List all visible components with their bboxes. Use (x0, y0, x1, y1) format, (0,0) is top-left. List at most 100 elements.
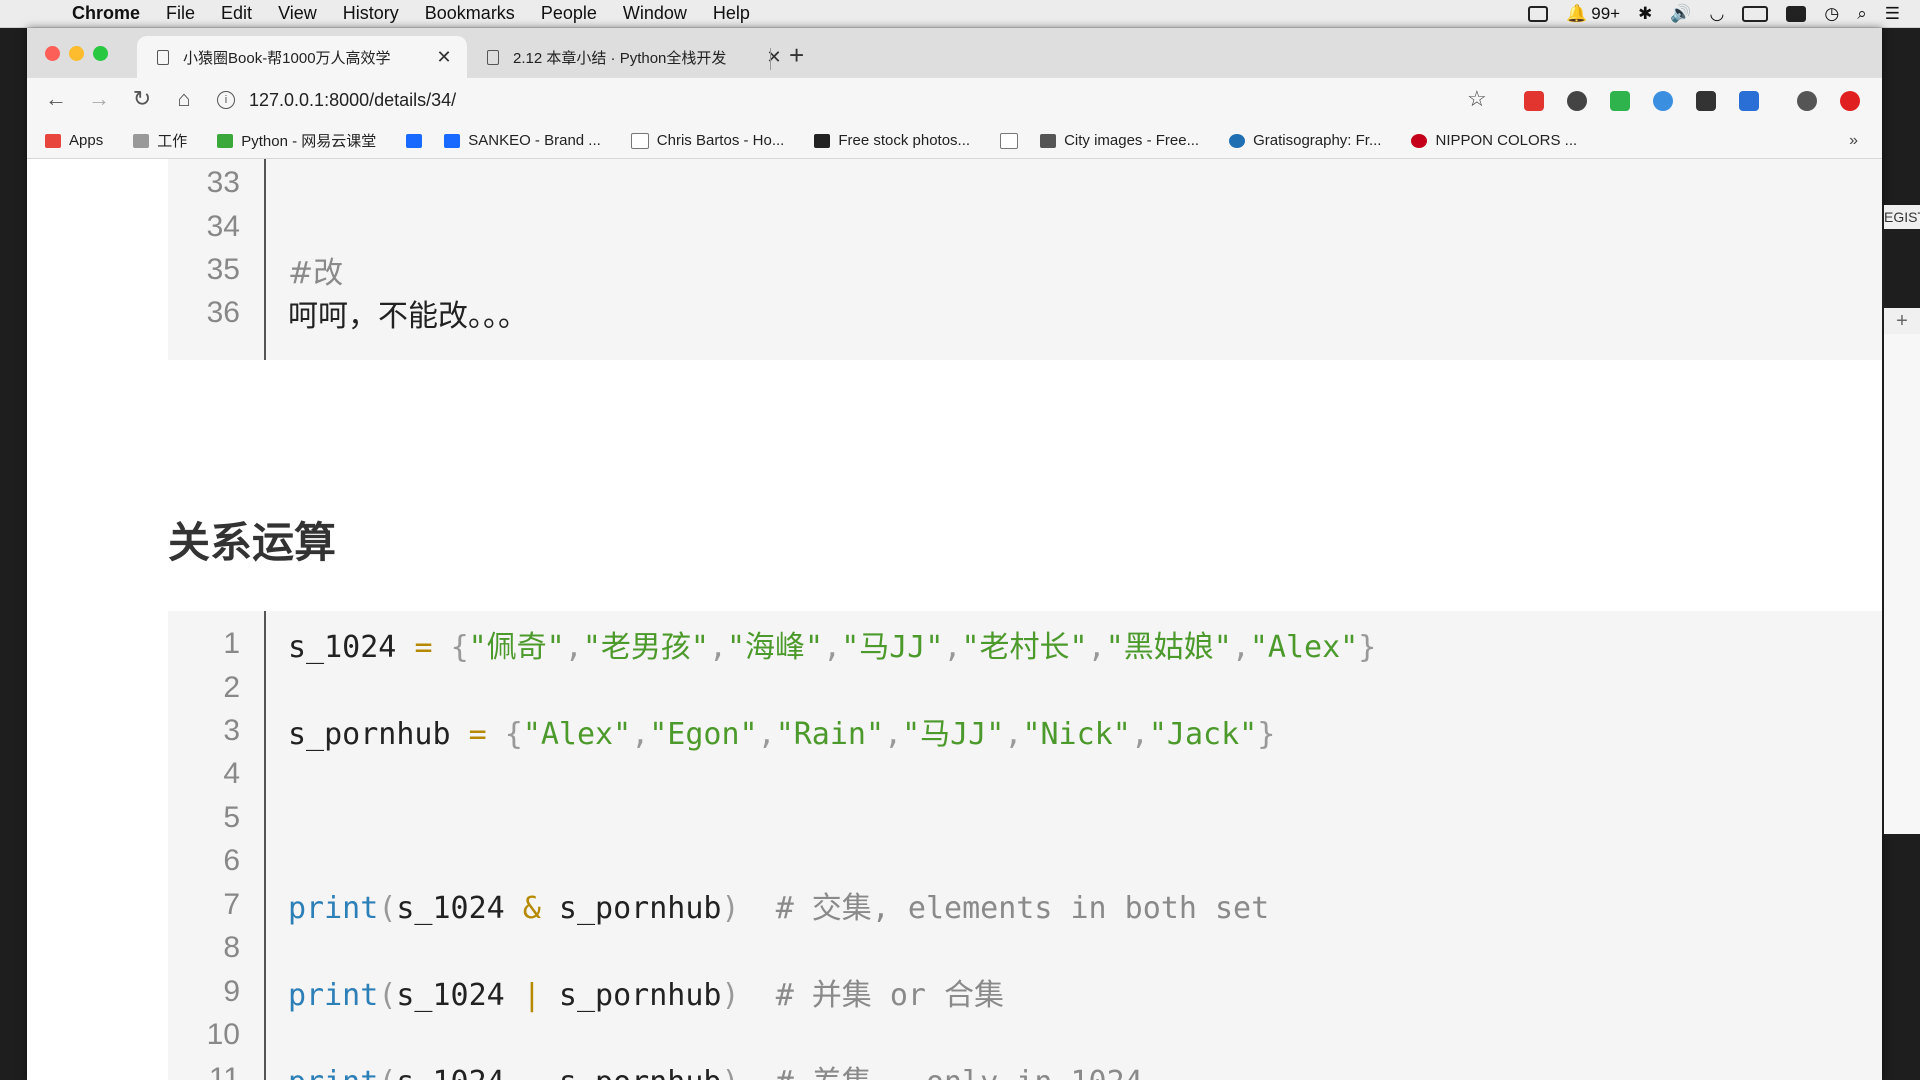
code-text: print(s_1024 | s_pornhub) # 并集 or 合集 (288, 978, 1005, 1013)
notification-count: 99+ (1591, 3, 1621, 23)
line-number: 34 (206, 210, 240, 243)
notification-bell-icon[interactable]: 🔔 (1566, 4, 1587, 24)
code-string: "马JJ" (902, 717, 1005, 752)
extension-red-icon[interactable] (1840, 91, 1860, 111)
bookmark-chris-bartos[interactable]: Chris Bartos - Ho... (630, 132, 784, 149)
background-window-label: EGIST (1884, 205, 1920, 229)
camera-icon (814, 133, 831, 148)
address-bar[interactable]: i 127.0.0.1:8000/details/34/ (217, 83, 1527, 117)
page-icon (157, 49, 169, 65)
code-line-4: 4 (168, 752, 1882, 796)
screen-record-icon[interactable] (1528, 5, 1549, 22)
bookmark-blank[interactable] (1000, 132, 1026, 149)
zoom-window-button[interactable] (93, 46, 108, 61)
code-string: "Nick" (1022, 717, 1131, 752)
code-line-10: 10 (168, 1013, 1882, 1057)
notification-center-icon[interactable]: ☰ (1885, 4, 1900, 24)
bookmarks-overflow-icon[interactable]: » (1849, 132, 1858, 150)
spotlight-search-icon[interactable]: ⌕ (1857, 4, 1867, 24)
code-variable: s_1024 (288, 630, 397, 665)
menu-window[interactable]: Window (623, 3, 687, 24)
code-line: 36 呵呵，不能改。。。 (168, 291, 1882, 335)
code-line-2: 2 (168, 666, 1882, 710)
line-number: 6 (223, 844, 240, 877)
mail-icon (406, 133, 423, 148)
code-line-3: 3 s_pornhub = {"Alex","Egon","Rain","马JJ… (168, 709, 1882, 753)
volume-icon[interactable]: 🔊 (1670, 4, 1691, 24)
background-window-edge: EGIST + (1882, 205, 1920, 835)
extension-dots-icon[interactable] (1696, 91, 1716, 111)
extension-wave-icon[interactable] (1653, 91, 1673, 111)
code-line-11: 11 print(s_1024 - s_pornhub) # 差集 , only… (168, 1057, 1882, 1080)
close-window-button[interactable] (45, 46, 60, 61)
clock-icon[interactable]: ◷ (1824, 4, 1839, 24)
battery-icon[interactable] (1742, 5, 1769, 22)
site-info-icon[interactable]: i (217, 91, 235, 109)
code-string: "Jack" (1148, 717, 1258, 752)
code-line-5: 5 (168, 796, 1882, 840)
bookmark-gratisography[interactable]: Gratisography: Fr... (1229, 132, 1381, 149)
code-string: "Alex" (1249, 630, 1359, 665)
profile-avatar-icon[interactable] (1797, 91, 1817, 111)
tab-inactive[interactable]: 2.12 本章小结 · Python全栈开发 ✕ (467, 36, 797, 78)
back-arrow-icon[interactable]: ← (41, 86, 71, 112)
translate-icon[interactable] (1739, 91, 1759, 111)
bluetooth-icon[interactable]: ✱ (1638, 4, 1652, 24)
menu-view[interactable]: View (278, 3, 317, 24)
bookmark-nippon-colors[interactable]: NIPPON COLORS ... (1411, 132, 1577, 149)
bookmark-free-stock[interactable]: Free stock photos... (814, 132, 970, 149)
code-line-7: 7 print(s_1024 & s_pornhub) # 交集, elemen… (168, 883, 1882, 927)
line-number: 8 (223, 931, 240, 964)
reload-icon[interactable]: ↻ (127, 86, 157, 112)
netease-icon (217, 133, 234, 148)
menu-people[interactable]: People (541, 3, 597, 24)
add-icon[interactable]: + (1884, 308, 1920, 334)
code-comment: # 并集 or 合集 (775, 978, 1005, 1013)
url-text[interactable]: 127.0.0.1:8000/details/34/ (249, 90, 456, 111)
code-string: "海峰" (727, 630, 824, 665)
line-number: 2 (223, 671, 240, 704)
line-number: 10 (206, 1018, 240, 1051)
line-number: 4 (223, 757, 240, 790)
code-string: "马JJ" (841, 630, 944, 665)
browser-toolbar: ← → ↻ ⌂ i 127.0.0.1:8000/details/34/ ☆ (27, 78, 1882, 123)
bookmark-python[interactable]: Python - 网易云课堂 (217, 130, 376, 151)
bookmark-mail[interactable] (406, 133, 430, 148)
bookmark-sankeo[interactable]: SANKEO - Brand ... (444, 132, 601, 149)
page-icon (1000, 132, 1019, 149)
line-number: 36 (206, 296, 240, 329)
menu-history[interactable]: History (343, 3, 399, 24)
menu-app-name[interactable]: Chrome (72, 3, 140, 24)
home-icon[interactable]: ⌂ (169, 86, 199, 112)
wifi-icon[interactable]: ◡ (1710, 4, 1725, 24)
evernote-icon[interactable] (1610, 91, 1630, 111)
minimize-window-button[interactable] (69, 46, 84, 61)
bookmark-folder-work[interactable]: 工作 (133, 130, 187, 151)
close-tab-icon[interactable]: ✕ (433, 47, 455, 68)
menu-edit[interactable]: Edit (221, 3, 252, 24)
code-comment: # 交集, elements in both set (775, 891, 1270, 926)
forward-arrow-icon[interactable]: → (84, 86, 114, 112)
bookmark-star-icon[interactable]: ☆ (1467, 86, 1487, 112)
menu-file[interactable]: File (166, 3, 195, 24)
s-app-icon[interactable] (1786, 5, 1807, 22)
code-string: "黑姑娘" (1105, 630, 1232, 665)
extension-circle-icon[interactable] (1567, 91, 1587, 111)
new-tab-button[interactable]: + (789, 40, 804, 71)
close-tab-icon[interactable]: ✕ (763, 47, 785, 68)
code-string: "佩奇" (468, 630, 565, 665)
bookmark-city-images[interactable]: City images - Free... (1040, 132, 1199, 149)
tab-active[interactable]: 小猿圈Book-帮1000万人高效学 ✕ (137, 36, 467, 78)
menu-help[interactable]: Help (713, 3, 750, 24)
line-number: 35 (206, 253, 240, 286)
bookmark-apps[interactable]: Apps (45, 132, 103, 149)
menu-bookmarks[interactable]: Bookmarks (425, 3, 515, 24)
code-text: 呵呵，不能改。。。 (288, 299, 528, 334)
code-block-previous: 33 34 35 #改 36 呵呵，不能改。。。 (168, 159, 1882, 360)
line-number: 33 (206, 166, 240, 199)
code-line-9: 9 print(s_1024 | s_pornhub) # 并集 or 合集 (168, 970, 1882, 1014)
mac-menubar: Chrome File Edit View History Bookmarks … (0, 0, 1920, 28)
extension-fe-icon[interactable] (1524, 91, 1544, 111)
code-text: print(s_1024 - s_pornhub) # 差集 , only in… (288, 1057, 1143, 1080)
page-icon (487, 49, 499, 65)
